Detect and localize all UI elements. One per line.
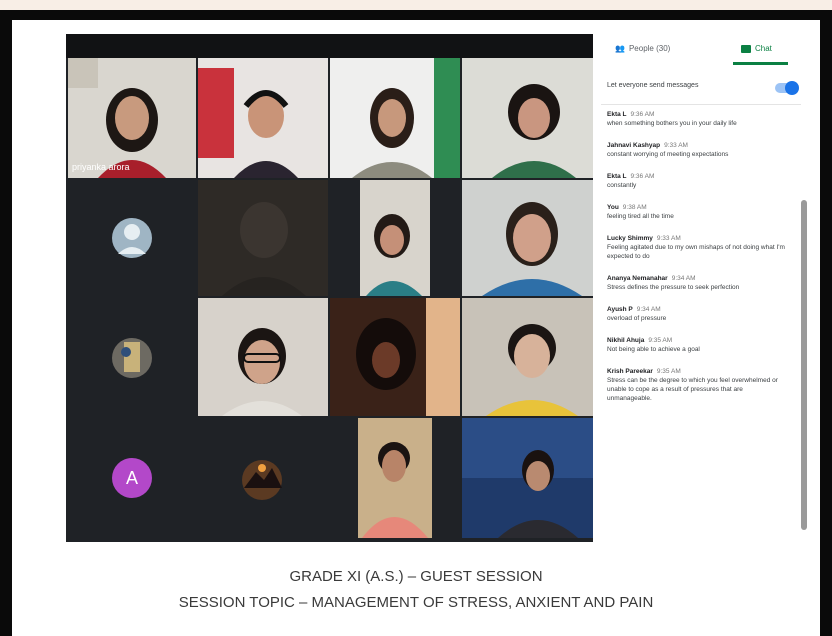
participant-video — [330, 58, 460, 178]
participant-video — [462, 418, 593, 538]
chat-message: You 9:38 AM feeling tired all the time — [607, 203, 787, 221]
chat-message: Krish Pareekar 9:35 AM Stress can be the … — [607, 367, 787, 403]
chat-messages: Ekta L 9:36 AM when something bothers you… — [607, 110, 787, 416]
message-time: 9:36 AM — [630, 111, 655, 118]
chat-message: Nikhil Ahuja 9:35 AM Not being able to ac… — [607, 336, 787, 354]
message-sender: Krish Pareekar — [607, 368, 653, 375]
message-text: Not being able to achieve a goal — [607, 346, 700, 353]
participant-name: priyanka arora — [72, 162, 130, 172]
participant-video — [68, 58, 196, 178]
chat-message: Ekta L 9:36 AM constantly — [607, 172, 787, 190]
divider — [601, 104, 801, 105]
tab-people[interactable]: 👥 People (30) — [615, 44, 670, 53]
message-sender: Ananya Nemanahar — [607, 275, 668, 282]
participant-video — [198, 180, 328, 296]
participant-video — [198, 298, 328, 416]
message-time: 9:36 AM — [630, 173, 655, 180]
message-text: Feeling agitated due to my own mishaps o… — [607, 244, 785, 260]
participant-tile[interactable] — [358, 418, 432, 538]
message-sender: Ekta L — [607, 173, 627, 180]
message-sender: Ayush P — [607, 306, 633, 313]
message-sender: Nikhil Ahuja — [607, 337, 645, 344]
message-text: Stress defines the pressure to seek perf… — [607, 284, 740, 291]
participant-tile[interactable] — [330, 58, 460, 178]
caption-line-1: GRADE XI (A.S.) – GUEST SESSION — [289, 568, 543, 585]
participant-video — [198, 58, 328, 178]
participant-tile[interactable] — [68, 298, 196, 416]
participant-tile[interactable]: A — [68, 418, 196, 538]
tab-chat-label: Chat — [755, 44, 772, 53]
message-sender: Jahnavi Kashyap — [607, 142, 661, 149]
participant-video — [330, 180, 460, 296]
message-text: Stress can be the degree to which you fe… — [607, 377, 778, 402]
message-time: 9:34 AM — [671, 275, 696, 282]
side-panel: 👥 People (30) Chat Let everyone send mes… — [593, 34, 810, 542]
people-icon: 👥 — [615, 44, 625, 53]
caption-line-2: SESSION TOPIC – MANAGEMENT OF STRESS, AN… — [178, 594, 654, 611]
video-grid: priyanka arora A — [66, 34, 593, 542]
participant-video — [462, 298, 593, 416]
message-time: 9:33 AM — [656, 235, 681, 242]
message-text: overload of pressure — [607, 315, 667, 322]
panel-tabs: 👥 People (30) Chat — [593, 34, 810, 68]
chat-setting-label: Let everyone send messages — [607, 82, 699, 89]
chat-message: Lucky Shimmy 9:33 AM Feeling agitated due… — [607, 234, 787, 261]
message-sender: You — [607, 204, 619, 211]
message-time: 9:35 AM — [656, 368, 681, 375]
chat-scrollbar[interactable] — [801, 200, 807, 530]
chat-permission-setting: Let everyone send messages — [607, 81, 799, 100]
tab-active-indicator — [733, 62, 788, 65]
message-time: 9:34 AM — [636, 306, 661, 313]
participant-avatar — [68, 180, 196, 296]
participant-tile[interactable] — [462, 180, 593, 296]
participant-avatar — [68, 298, 196, 416]
chat-message: Jahnavi Kashyap 9:33 AM constant worrying… — [607, 141, 787, 159]
participant-avatar-letter: A — [112, 458, 152, 498]
participant-tile[interactable] — [198, 58, 328, 178]
chat-icon — [741, 44, 751, 53]
meet-window: priyanka arora A 👥 People (30) Chat Let … — [66, 34, 810, 542]
message-sender: Lucky Shimmy — [607, 235, 653, 242]
message-time: 9:33 AM — [664, 142, 688, 149]
video-top-bar — [66, 34, 593, 58]
participant-tile[interactable] — [462, 58, 593, 178]
tab-chat[interactable]: Chat — [741, 44, 772, 53]
chat-message: Ayush P 9:34 AM overload of pressure — [607, 305, 787, 323]
participant-tile[interactable] — [198, 418, 328, 538]
participant-avatar — [198, 418, 328, 538]
participant-video — [358, 418, 432, 538]
participant-tile[interactable] — [330, 298, 460, 416]
message-text: constant worrying of meeting expectation… — [607, 151, 729, 158]
participant-video — [462, 58, 593, 178]
participant-tile[interactable] — [462, 298, 593, 416]
participant-tile[interactable]: priyanka arora — [68, 58, 196, 178]
participant-tile[interactable] — [330, 180, 460, 296]
chat-permission-toggle[interactable] — [775, 81, 799, 95]
participant-tile[interactable] — [198, 298, 328, 416]
chat-message: Ekta L 9:36 AM when something bothers you… — [607, 110, 787, 128]
chat-message: Ananya Nemanahar 9:34 AM Stress defines t… — [607, 274, 787, 292]
tab-people-label: People (30) — [628, 44, 671, 53]
message-text: constantly — [607, 182, 637, 189]
participant-tile[interactable] — [462, 418, 593, 538]
participant-tile[interactable] — [68, 180, 196, 296]
participant-tile[interactable] — [198, 180, 328, 296]
message-time: 9:38 AM — [622, 204, 647, 211]
message-sender: Ekta L — [607, 111, 627, 118]
message-text: when something bothers you in your daily… — [607, 120, 737, 127]
participant-video — [462, 180, 593, 296]
participant-video — [330, 298, 460, 416]
message-time: 9:35 AM — [648, 337, 673, 344]
message-text: feeling tired all the time — [607, 213, 674, 220]
